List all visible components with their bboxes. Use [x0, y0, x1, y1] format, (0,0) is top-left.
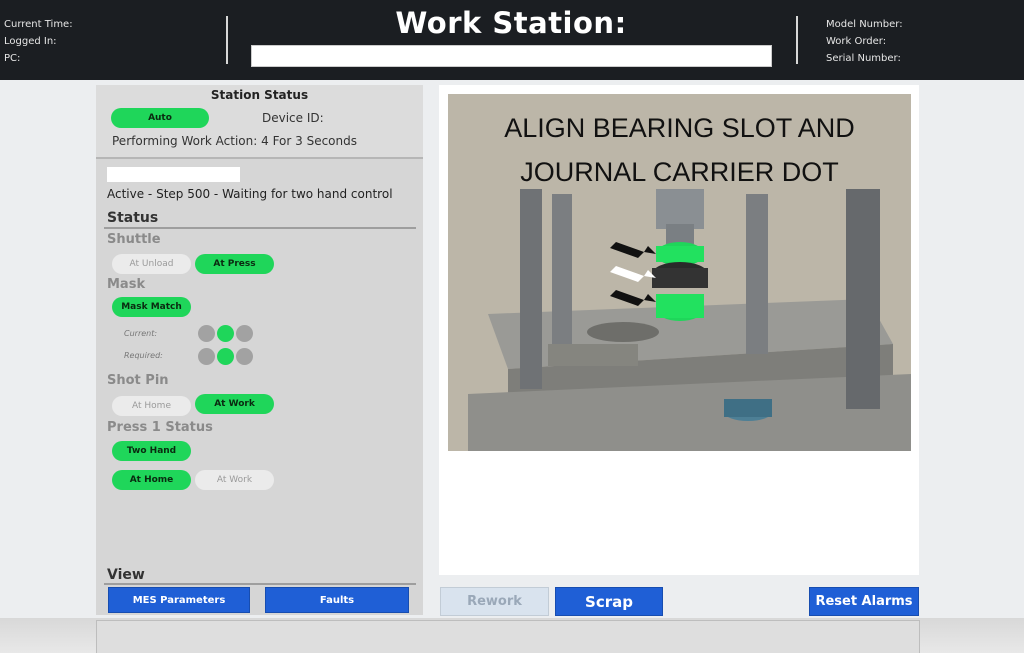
faults-button[interactable]: Faults — [265, 587, 409, 613]
device-id-label: Device ID: — [262, 111, 324, 125]
press1-at-home-indicator: At Home — [112, 470, 191, 490]
press1-at-work-indicator: At Work — [195, 470, 274, 490]
work-instruction-image: ALIGN BEARING SLOT AND JOURNAL CARRIER D… — [448, 94, 911, 451]
header-divider-left — [226, 16, 228, 64]
mask-current-dot — [217, 325, 234, 342]
work-instruction-panel: ALIGN BEARING SLOT AND JOURNAL CARRIER D… — [439, 85, 919, 575]
press1-two-hand-indicator: Two Hand — [112, 441, 191, 461]
header-right-info: Model Number: Work Order: Serial Number: — [826, 16, 903, 67]
mask-current-label: Current: — [124, 329, 158, 338]
status-title: Status — [107, 210, 159, 226]
instruction-caption-line1: ALIGN BEARING SLOT AND — [504, 113, 855, 143]
active-step-text: Active - Step 500 - Waiting for two hand… — [107, 187, 393, 201]
status-underline — [104, 227, 416, 229]
instruction-caption: ALIGN BEARING SLOT AND JOURNAL CARRIER D… — [448, 106, 911, 194]
model-number-label: Model Number: — [826, 19, 903, 30]
work-station-field[interactable] — [251, 45, 772, 67]
shuttle-at-press-indicator: At Press — [195, 254, 274, 274]
logged-in-label: Logged In: — [4, 36, 57, 47]
mask-title: Mask — [107, 277, 146, 292]
header-bar: Current Time: Logged In: PC: Work Statio… — [0, 0, 1024, 80]
mask-current-dot — [198, 325, 215, 342]
header-left-info: Current Time: Logged In: PC: — [4, 16, 73, 67]
mes-parameters-button[interactable]: MES Parameters — [108, 587, 250, 613]
shot-pin-at-home-indicator: At Home — [112, 396, 191, 416]
step-field — [107, 167, 240, 182]
performing-action-text: Performing Work Action: 4 For 3 Seconds — [112, 134, 357, 148]
shuttle-at-unload-indicator: At Unload — [112, 254, 191, 274]
mask-match-indicator: Mask Match — [112, 297, 191, 317]
footer-message-area — [96, 620, 920, 653]
reset-alarms-button[interactable]: Reset Alarms — [809, 587, 919, 616]
pc-label: PC: — [4, 53, 21, 64]
mask-required-label: Required: — [124, 351, 163, 360]
mask-current-dot — [236, 325, 253, 342]
press1-status-title: Press 1 Status — [107, 420, 213, 435]
scrap-button[interactable]: Scrap — [555, 587, 663, 616]
left-status-panel: Station Status Auto Device ID: Performin… — [96, 85, 423, 615]
shot-pin-title: Shot Pin — [107, 373, 169, 388]
mask-required-dot — [236, 348, 253, 365]
work-order-label: Work Order: — [826, 36, 887, 47]
station-status-title: Station Status — [210, 88, 309, 102]
view-underline — [104, 583, 416, 585]
shuttle-title: Shuttle — [107, 232, 161, 247]
mask-required-dot — [198, 348, 215, 365]
work-station-title: Work Station: — [395, 6, 627, 40]
auto-mode-indicator: Auto — [111, 108, 209, 128]
header-divider-right — [796, 16, 798, 64]
mask-required-dot — [217, 348, 234, 365]
shot-pin-at-work-indicator: At Work — [195, 394, 274, 414]
rework-button[interactable]: Rework — [440, 587, 549, 616]
current-time-label: Current Time: — [4, 19, 73, 30]
station-status-divider — [96, 157, 423, 159]
view-title: View — [107, 567, 145, 583]
station-status-box: Station Status Auto Device ID: Performin… — [96, 85, 423, 157]
serial-number-label: Serial Number: — [826, 53, 901, 64]
instruction-caption-line2: JOURNAL CARRIER DOT — [520, 157, 839, 187]
